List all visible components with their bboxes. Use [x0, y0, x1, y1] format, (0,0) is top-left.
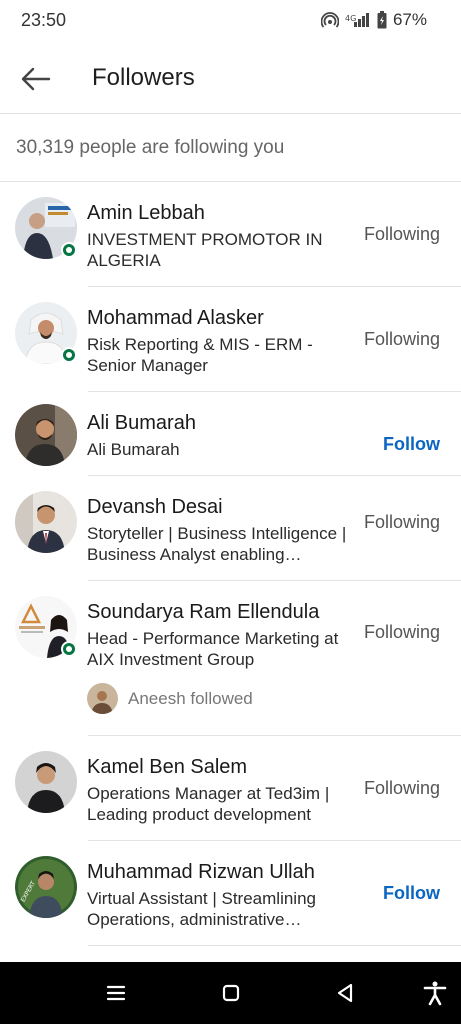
follower-name[interactable]: Amin Lebbah: [87, 200, 355, 226]
battery-icon: [377, 11, 387, 29]
following-button[interactable]: Following: [364, 329, 440, 350]
follower-name[interactable]: Kamel Ben Salem: [87, 754, 355, 780]
follower-row[interactable]: Ali Bumarah Ali Bumarah Follow: [0, 392, 461, 476]
accessibility-icon: [423, 981, 447, 1006]
menu-icon: [106, 985, 126, 1001]
avatar[interactable]: [15, 404, 77, 466]
follower-info[interactable]: Amin Lebbah INVESTMENT PROMOTOR IN ALGER…: [87, 200, 355, 271]
avatar-wrap[interactable]: [15, 751, 77, 813]
follower-info[interactable]: Devansh Desai Storyteller | Business Int…: [87, 494, 355, 565]
following-button[interactable]: Following: [364, 224, 440, 245]
triangle-back-icon: [337, 983, 353, 1003]
signal-icon: 4G: [345, 13, 369, 27]
follower-name[interactable]: Mohammad Alasker: [87, 305, 355, 331]
follow-button[interactable]: Follow: [383, 883, 440, 904]
follower-headline: INVESTMENT PROMOTOR IN ALGERIA: [87, 230, 323, 270]
status-bar: 23:50 4G 67%: [0, 0, 461, 42]
avatar-wrap[interactable]: [15, 302, 77, 364]
system-navigation-bar: [0, 962, 461, 1024]
recents-button[interactable]: [103, 980, 129, 1006]
followers-summary: 30,319 people are following you: [0, 114, 461, 182]
avatar-wrap[interactable]: [15, 491, 77, 553]
online-status-indicator: [61, 641, 77, 657]
avatar-wrap[interactable]: EXPERT: [15, 856, 77, 918]
mutual-connection[interactable]: Aneesh followed: [87, 683, 253, 714]
followers-count-text: 30,319 people are following you: [16, 137, 285, 158]
follower-info[interactable]: Soundarya Ram Ellendula Head - Performan…: [87, 599, 355, 670]
follower-info[interactable]: Kamel Ben Salem Operations Manager at Te…: [87, 754, 355, 825]
follow-button[interactable]: Follow: [383, 434, 440, 455]
follower-name[interactable]: Muhammad Rizwan Ullah: [87, 859, 355, 885]
online-status-indicator: [61, 347, 77, 363]
online-status-indicator: [61, 242, 77, 258]
app-bar: Followers: [0, 42, 461, 114]
follower-headline: Ali Bumarah: [87, 440, 180, 459]
arrow-left-icon: [21, 67, 51, 91]
follower-headline: Storyteller | Business Intelligence | Bu…: [87, 524, 347, 564]
following-button[interactable]: Following: [364, 622, 440, 643]
follower-name[interactable]: Ali Bumarah: [87, 410, 355, 436]
follower-headline: Risk Reporting & MIS - ERM - Senior Mana…: [87, 335, 313, 375]
back-nav-button[interactable]: [332, 980, 358, 1006]
avatar-wrap[interactable]: [15, 404, 77, 466]
follower-row[interactable]: Mohammad Alasker Risk Reporting & MIS - …: [0, 287, 461, 392]
follower-info[interactable]: Mohammad Alasker Risk Reporting & MIS - …: [87, 305, 355, 376]
following-button[interactable]: Following: [364, 512, 440, 533]
follower-headline: Operations Manager at Ted3im | Leading p…: [87, 784, 330, 824]
follower-headline: Head - Performance Marketing at AIX Inve…: [87, 629, 339, 669]
follower-row[interactable]: Kamel Ben Salem Operations Manager at Te…: [0, 736, 461, 841]
avatar[interactable]: [15, 751, 77, 813]
avatar[interactable]: [15, 491, 77, 553]
page-title: Followers: [92, 64, 195, 91]
square-home-icon: [222, 984, 240, 1002]
mutual-connection-text: Aneesh followed: [128, 688, 253, 708]
avatar-wrap[interactable]: [15, 197, 77, 259]
row-divider: [88, 945, 461, 946]
accessibility-button[interactable]: [422, 980, 448, 1006]
mutual-avatar: [87, 683, 118, 714]
follower-row[interactable]: Soundarya Ram Ellendula Head - Performan…: [0, 581, 461, 736]
hotspot-icon: [320, 12, 339, 28]
follower-list: Amin Lebbah INVESTMENT PROMOTOR IN ALGER…: [0, 182, 461, 946]
follower-row[interactable]: Devansh Desai Storyteller | Business Int…: [0, 476, 461, 581]
follower-name[interactable]: Devansh Desai: [87, 494, 355, 520]
battery-percent: 67%: [392, 10, 427, 29]
follower-info[interactable]: Ali Bumarah Ali Bumarah: [87, 410, 355, 460]
home-button[interactable]: [218, 980, 244, 1006]
follower-row[interactable]: EXPERT Muhammad Rizwan Ullah Virtual Ass…: [0, 841, 461, 946]
follower-headline: Virtual Assistant | Streamlining Operati…: [87, 889, 316, 929]
avatar[interactable]: EXPERT: [15, 856, 77, 918]
following-button[interactable]: Following: [364, 778, 440, 799]
follower-row[interactable]: Amin Lebbah INVESTMENT PROMOTOR IN ALGER…: [0, 182, 461, 287]
follower-info[interactable]: Muhammad Rizwan Ullah Virtual Assistant …: [87, 859, 355, 930]
back-button[interactable]: [18, 62, 52, 96]
svg-text:4G: 4G: [345, 14, 356, 23]
status-time: 23:50: [21, 10, 67, 30]
avatar-wrap[interactable]: [15, 596, 77, 658]
follower-name[interactable]: Soundarya Ram Ellendula: [87, 599, 355, 625]
status-icons: 4G 67%: [320, 10, 427, 30]
